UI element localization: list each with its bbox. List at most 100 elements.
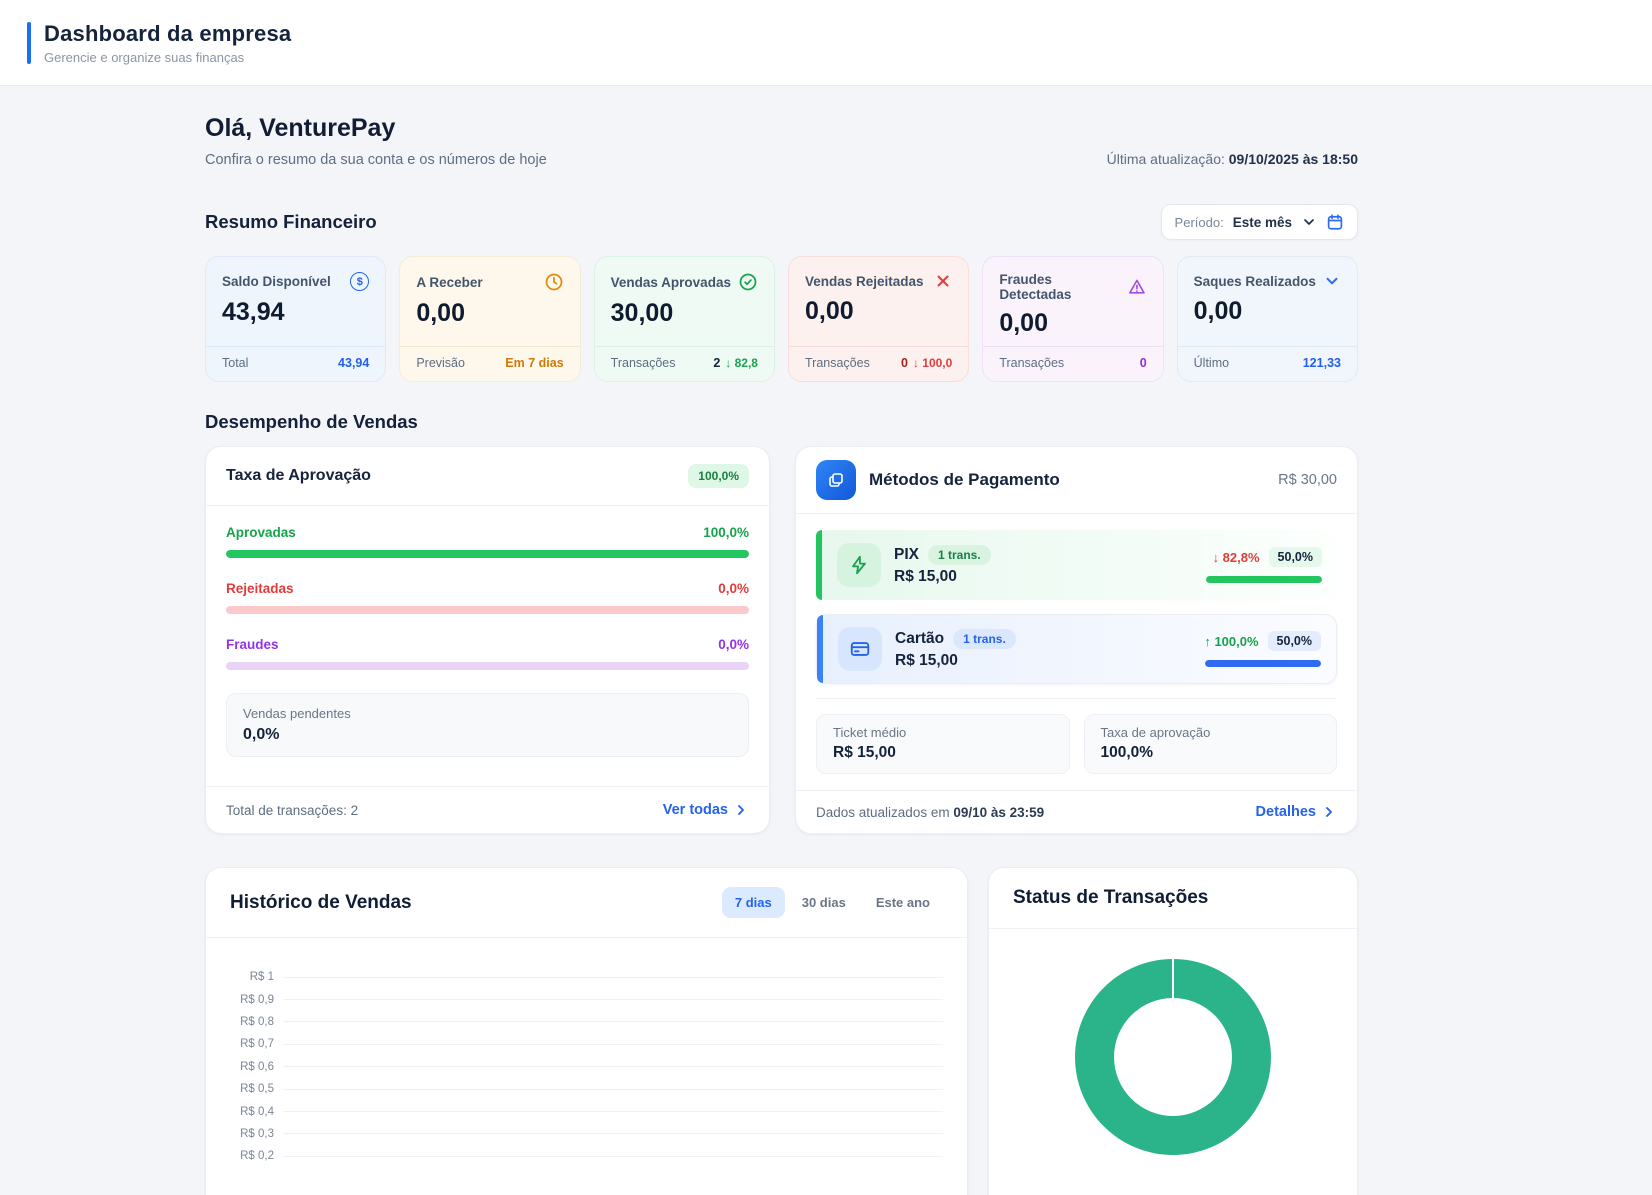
header-accent-bar [27,22,31,64]
rate-label: Rejeitadas [226,581,294,596]
kpi-card-saques-realizados: Saques Realizados 0,00 Último 121,33 [1177,256,1358,382]
rate-value: 0,0% [718,637,749,652]
warning-icon [1127,277,1147,297]
status-donut-chart [1075,959,1271,1155]
last-update-value: 09/10/2025 às 18:50 [1229,151,1358,167]
lightning-icon [837,543,881,587]
method-delta: ↑ 100,0% [1204,634,1258,649]
method-trans-badge: 1 trans. [953,629,1016,649]
kpi-footer-value: 121,33 [1303,356,1341,370]
y-tick: R$ 0,8 [220,1016,274,1028]
kpi-label: Saldo Disponível [222,274,331,289]
ver-todas-label: Ver todas [663,802,728,818]
detalhes-label: Detalhes [1256,804,1316,820]
donut-hole [1114,998,1232,1116]
rate-value: 100,0% [703,525,749,540]
kpi-footer-value: 0 [1140,356,1147,370]
last-update-label: Última atualização: [1107,151,1225,167]
methods-updated-prefix: Dados atualizados em [816,805,953,820]
pending-value: 0,0% [243,726,732,744]
credit-card-icon [838,627,882,671]
chevron-down-icon [1301,214,1317,230]
pending-sales-box: Vendas pendentes 0,0% [226,693,749,757]
detalhes-link[interactable]: Detalhes [1256,804,1337,820]
kpi-value: 43,94 [206,291,385,327]
clock-icon [544,272,564,292]
chevron-down-icon[interactable] [1323,272,1341,290]
kpi-footer-label: Total [222,356,248,370]
last-update: Última atualização: 09/10/2025 às 18:50 [1107,151,1358,168]
tab-30-dias[interactable]: 30 dias [789,887,859,918]
kpi-footer-label: Último [1194,356,1229,370]
kpi-card-vendas-aprovadas: Vendas Aprovadas 30,00 Transações 2↓ 82,… [594,256,775,382]
kpi-footer-label: Transações [611,356,676,370]
period-value: Este mês [1233,215,1292,230]
stat-label: Taxa de aprovação [1101,725,1321,740]
sales-history-chart: R$ 1 R$ 0,9 R$ 0,8 R$ 0,7 R$ 0,6 R$ 0,5 … [206,938,967,1168]
methods-updated-datetime: 09/10 às 23:59 [953,805,1044,820]
sales-history-card: Histórico de Vendas 7 dias 30 dias Este … [205,867,968,1195]
method-share-badge: 50,0% [1268,631,1321,651]
tab-7-dias[interactable]: 7 dias [722,887,785,918]
kpi-footer-label: Transações [999,356,1064,370]
app-subtitle: Gerencie e organize suas finanças [44,50,291,65]
method-share-badge: 50,0% [1269,547,1322,567]
rate-bar [226,606,749,614]
stat-value: R$ 15,00 [833,744,1053,762]
period-label: Período: [1175,215,1224,230]
kpi-value: 0,00 [983,302,1162,338]
method-row-cartao: Cartão 1 trans. R$ 15,00 ↑ 100,0% 50,0% [816,614,1337,684]
kpi-label: Saques Realizados [1194,274,1316,289]
methods-total: R$ 30,00 [1278,472,1337,488]
method-name: Cartão [895,630,944,648]
chevron-right-icon [1321,804,1337,820]
history-title: Histórico de Vendas [230,892,412,914]
calendar-icon[interactable] [1326,213,1344,231]
kpi-footer-label: Previsão [416,356,465,370]
check-circle-icon [738,272,758,292]
y-tick: R$ 0,5 [220,1083,274,1095]
stat-box-taxa-aprovacao: Taxa de aprovação 100,0% [1084,714,1338,774]
rate-row-aprovadas: Aprovadas 100,0% [226,525,749,558]
approval-badge: 100,0% [688,464,749,488]
main-content: Olá, VenturePay Confira o resumo da sua … [205,86,1358,1195]
stat-box-ticket-medio: Ticket médio R$ 15,00 [816,714,1070,774]
method-delta: ↓ 82,8% [1213,550,1260,565]
kpi-value: 30,00 [595,292,774,328]
rate-value: 0,0% [718,581,749,596]
kpi-card-a-receber: A Receber 0,00 Previsão Em 7 dias [399,256,580,382]
section-title-resumo: Resumo Financeiro [205,211,377,233]
kpi-card-saldo-disponivel: Saldo Disponível $ 43,94 Total 43,94 [205,256,386,382]
app-header: Dashboard da empresa Gerencie e organize… [0,0,1652,86]
y-tick: R$ 0,2 [220,1150,274,1162]
kpi-label: A Receber [416,275,482,290]
kpi-footer-delta: ↓ 82,8 [725,356,758,370]
ver-todas-link[interactable]: Ver todas [663,802,749,818]
method-amount: R$ 15,00 [895,652,1016,670]
dollar-circle-icon: $ [350,272,369,291]
rate-row-fraudes: Fraudes 0,0% [226,637,749,670]
kpi-footer-delta: ↓ 100,0 [913,356,952,370]
period-selector[interactable]: Período: Este mês [1161,204,1358,240]
kpi-footer-value: 0 [901,356,908,370]
y-tick: R$ 0,3 [220,1128,274,1140]
method-progress-bar [1205,660,1321,667]
rate-bar [226,550,749,558]
tab-este-ano[interactable]: Este ano [863,887,943,918]
method-accent-bar [816,530,822,600]
kpi-value: 0,00 [1178,290,1357,326]
pending-label: Vendas pendentes [243,706,732,721]
payment-methods-card: Métodos de Pagamento R$ 30,00 PIX 1 tran… [795,446,1358,834]
y-tick: R$ 0,6 [220,1061,274,1073]
kpi-cards-row: Saldo Disponível $ 43,94 Total 43,94 A R… [205,256,1358,382]
kpi-footer-value: Em 7 dias [505,356,563,370]
kpi-footer-value: 2 [713,356,720,370]
rate-row-rejeitadas: Rejeitadas 0,0% [226,581,749,614]
kpi-footer-label: Transações [805,356,870,370]
y-tick: R$ 0,9 [220,994,274,1006]
donut-segment-gap [1172,959,1174,999]
method-name: PIX [894,546,919,564]
kpi-value: 0,00 [400,292,579,328]
methods-updated-text: Dados atualizados em 09/10 às 23:59 [816,805,1044,820]
method-accent-bar [817,615,823,683]
